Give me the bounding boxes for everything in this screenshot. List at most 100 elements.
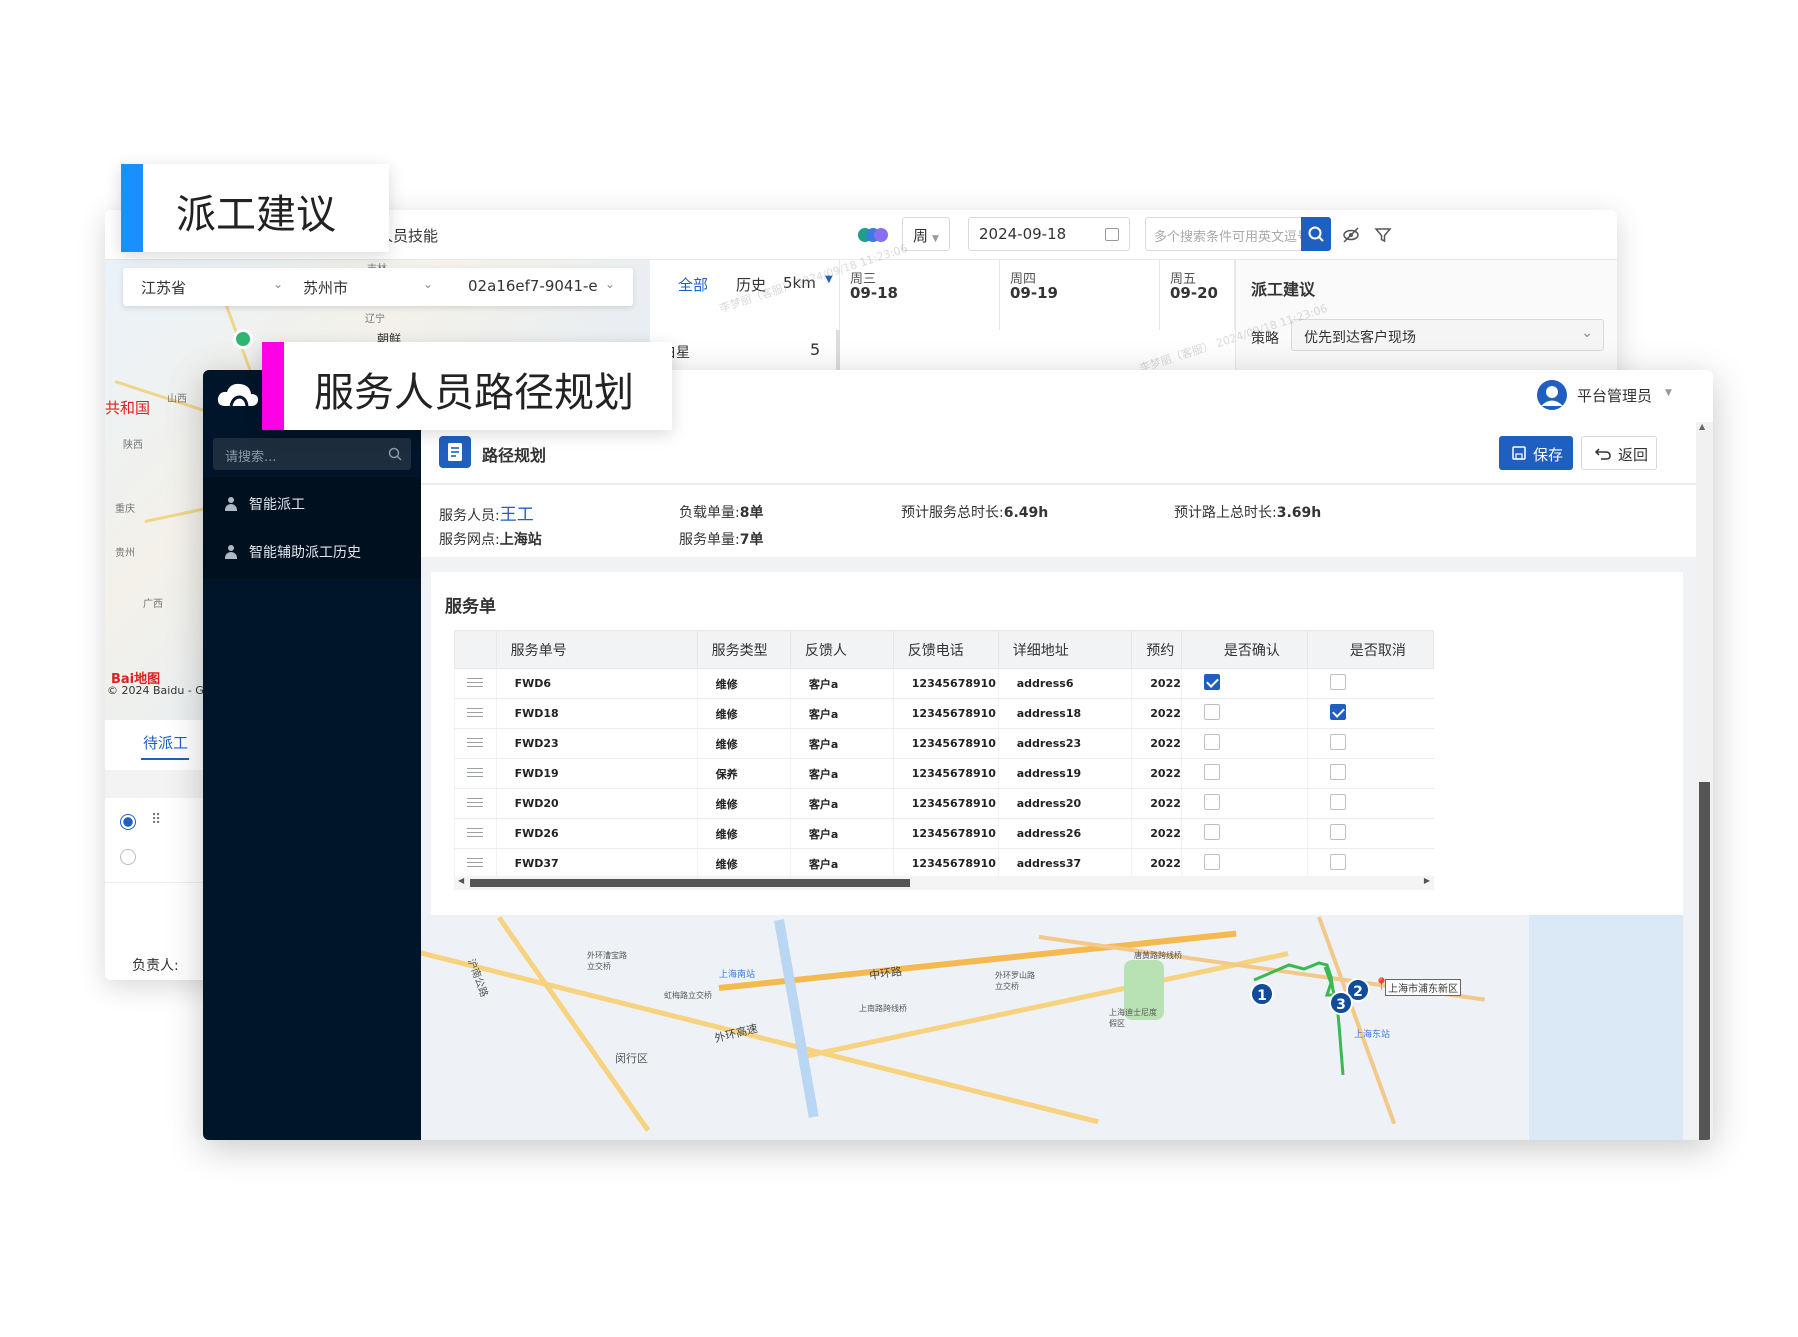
suggest-panel-title: 派工建议 [1251, 280, 1316, 299]
col-header[interactable]: 是否确认 [1180, 630, 1308, 669]
order-address: address26 [1016, 827, 1082, 840]
scroll-up-icon[interactable]: ▲ [1699, 422, 1705, 431]
drag-handle-icon[interactable] [467, 678, 483, 687]
tag-route-planning: 服务人员路径规划 [262, 342, 672, 430]
confirm-checkbox[interactable] [1203, 704, 1220, 720]
search-input[interactable]: 多个搜索条件可用英文逗号 [1145, 217, 1303, 251]
province-select[interactable]: 江苏省 [141, 277, 186, 298]
confirm-checkbox[interactable] [1203, 674, 1220, 690]
table-cell: FWD26 [495, 818, 698, 849]
filter-icon[interactable] [1373, 225, 1393, 245]
sidebar-search-input[interactable]: 请搜索... [213, 438, 411, 470]
table-cell: address19 [997, 758, 1132, 789]
table-row[interactable]: FWD26 维修 客户a 12345678910 address26 2022 [454, 818, 1434, 849]
table-cell: 12345678910 [892, 698, 999, 729]
confirm-checkbox[interactable] [1203, 734, 1220, 750]
avatar[interactable] [1536, 379, 1568, 411]
order-date: 2022 [1150, 857, 1181, 870]
confirm-checkbox[interactable] [1203, 794, 1220, 810]
col-header[interactable]: 服务类型 [696, 630, 791, 669]
confirm-checkbox[interactable] [1203, 854, 1220, 870]
city-select[interactable]: 苏州市 [303, 277, 348, 298]
drag-handle-icon[interactable] [467, 768, 483, 777]
order-person: 客户a [808, 797, 839, 811]
date-picker[interactable]: 2024-09-18 [968, 217, 1130, 251]
radio-selected[interactable] [120, 814, 136, 830]
col-header[interactable]: 反馈人 [789, 630, 894, 669]
sidebar-item-smart-dispatch[interactable]: 智能派工 [203, 477, 421, 531]
table-row[interactable]: FWD19 保养 客户a 12345678910 address19 2022 [454, 758, 1434, 789]
scroll-left-icon[interactable]: ◀ [458, 876, 464, 885]
table-row[interactable]: FWD6 维修 客户a 12345678910 address6 2022 [454, 668, 1434, 699]
order-date: 2022 [1150, 707, 1181, 720]
col-header[interactable]: 服务单号 [495, 630, 698, 669]
col-header[interactable]: 反馈电话 [892, 630, 999, 669]
table-cell: 客户a [789, 788, 894, 819]
col-header[interactable]: 预约 [1131, 630, 1182, 669]
person-field: 服务人员:王工 [439, 500, 534, 525]
confirm-checkbox[interactable] [1203, 824, 1220, 840]
chevron-down-icon: ⌄ [273, 277, 284, 291]
cancel-checkbox[interactable] [1329, 824, 1346, 840]
radio-unselected[interactable] [120, 849, 136, 865]
drag-handle-icon[interactable] [467, 828, 483, 837]
table-row[interactable]: FWD37 维修 客户a 12345678910 address37 2022 [454, 848, 1434, 879]
map-label-middle-ring: 中环路 [868, 964, 903, 983]
document-icon [439, 436, 471, 468]
table-cell: 维修 [696, 788, 791, 819]
eye-hidden-icon[interactable] [1341, 225, 1361, 245]
cancel-checkbox[interactable] [1329, 734, 1346, 750]
order-date: 2022 [1150, 827, 1181, 840]
back-button[interactable]: 返回 [1581, 436, 1657, 470]
scrollbar-thumb[interactable] [470, 879, 910, 887]
cancel-checkbox[interactable] [1329, 704, 1346, 720]
search-button[interactable] [1301, 217, 1331, 251]
map-marker-icon[interactable] [233, 329, 253, 349]
drag-handle-icon[interactable] [467, 738, 483, 747]
confirm-checkbox[interactable] [1203, 764, 1220, 780]
route-map[interactable]: 1 2 3 上海市浦东新区 📍 上海东站 上海南站 中环路 外环高速 闵行区 虹… [421, 915, 1683, 1140]
table-row[interactable]: FWD23 维修 客户a 12345678910 address23 2022 [454, 728, 1434, 759]
service-time-field: 预计服务总时长:6.49h [901, 502, 1048, 522]
route-point-1[interactable]: 1 [1250, 982, 1274, 1006]
cancel-checkbox[interactable] [1329, 674, 1346, 690]
search-icon [1308, 226, 1324, 242]
drag-handle-icon[interactable] [467, 708, 483, 717]
vertical-scrollbar[interactable]: ▲ [1696, 422, 1713, 1140]
order-type: 保养 [715, 767, 738, 781]
table-cell [454, 818, 497, 849]
user-name[interactable]: 平台管理员 [1577, 385, 1652, 406]
tab-all[interactable]: 全部 [678, 274, 708, 295]
table-cell [1180, 728, 1308, 759]
drag-handle-icon[interactable] [467, 798, 483, 807]
save-button[interactable]: 保存 [1499, 436, 1573, 470]
period-select[interactable]: 周 ▼ [902, 217, 950, 251]
col-header[interactable]: 是否取消 [1306, 630, 1435, 669]
owner-label: 负责人: [132, 958, 179, 974]
table-cell [1306, 668, 1434, 699]
date-value: 2024-09-18 [979, 225, 1067, 243]
table-row[interactable]: FWD18 维修 客户a 12345678910 address18 2022 [454, 698, 1434, 729]
col-header[interactable]: 详细地址 [997, 630, 1133, 669]
table-cell [454, 788, 497, 819]
cancel-checkbox[interactable] [1329, 794, 1346, 810]
cancel-checkbox[interactable] [1329, 764, 1346, 780]
tab-pending[interactable]: 待派工 [143, 732, 188, 753]
tag-accent-bar [121, 164, 143, 252]
table-row[interactable]: FWD20 维修 客户a 12345678910 address20 2022 [454, 788, 1434, 819]
scroll-right-icon[interactable]: ▶ [1424, 876, 1430, 885]
sidebar-item-dispatch-history[interactable]: 智能辅助派工历史 [203, 525, 421, 579]
day-date: 09-19 [1010, 284, 1058, 302]
cancel-checkbox[interactable] [1329, 854, 1346, 870]
horizontal-scrollbar[interactable]: ◀ ▶ [454, 876, 1434, 890]
site-value: 上海站 [499, 532, 542, 548]
route-point-3[interactable]: 3 [1329, 991, 1353, 1015]
drag-handle-icon[interactable]: ⠿ [151, 812, 161, 828]
drag-handle-icon[interactable] [467, 858, 483, 867]
strategy-select[interactable]: 优先到达客户现场 ⌄ [1291, 319, 1604, 351]
vertical-scrollbar-thumb[interactable] [1699, 782, 1710, 1140]
table-cell [1306, 848, 1434, 879]
record-select[interactable]: 02a16ef7-9041-e [468, 277, 598, 295]
person-value[interactable]: 王工 [500, 505, 534, 525]
period-select-value: 周 [913, 227, 929, 245]
